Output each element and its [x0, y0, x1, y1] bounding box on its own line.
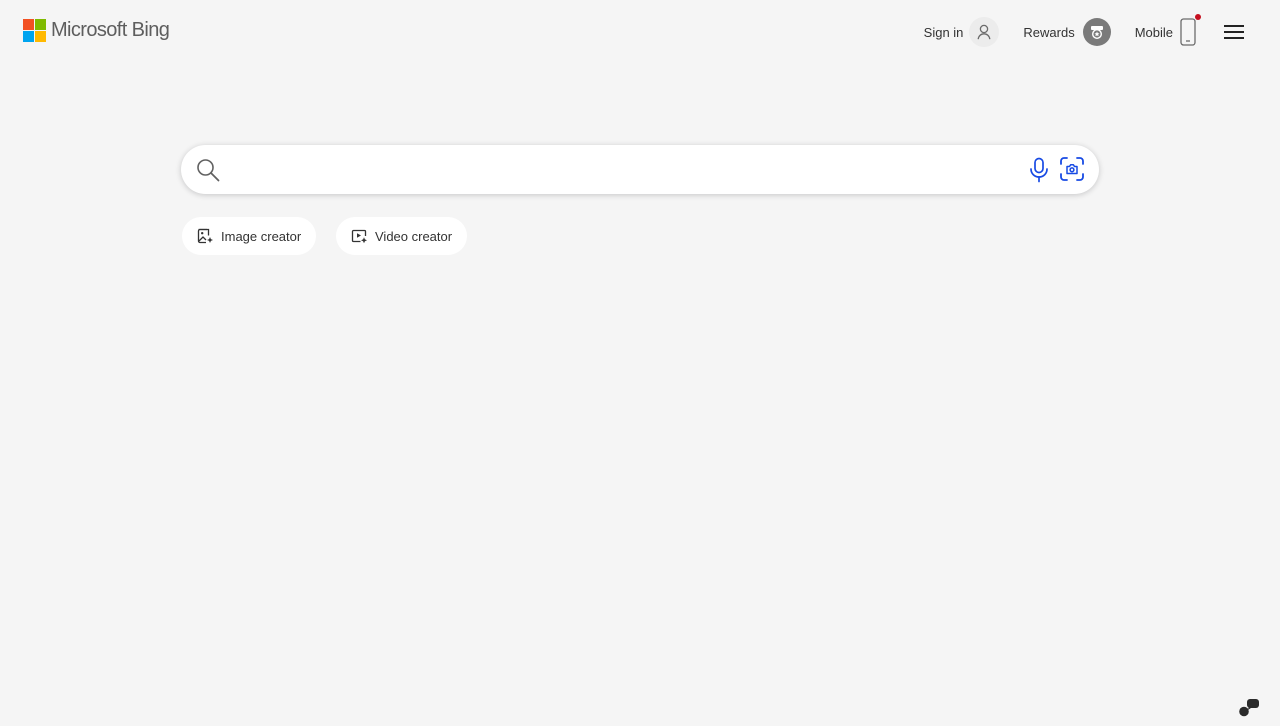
- search-input[interactable]: [231, 153, 1011, 186]
- video-creator-label: Video creator: [375, 228, 453, 244]
- image-creator-icon: [197, 228, 213, 244]
- sign-in-label: Sign in: [923, 24, 964, 40]
- feedback-icon[interactable]: [1238, 697, 1260, 717]
- logo-text: Microsoft Bing: [51, 19, 170, 41]
- rewards-icon: [1082, 18, 1111, 46]
- video-creator-icon: [351, 228, 367, 244]
- rewards-button[interactable]: Rewards: [1023, 18, 1111, 46]
- rewards-label: Rewards: [1023, 24, 1075, 40]
- image-creator-label: Image creator: [221, 228, 302, 244]
- microphone-icon[interactable]: [1028, 157, 1050, 183]
- hamburger-menu-icon[interactable]: [1224, 24, 1244, 40]
- bing-homepage: Microsoft Bing Sign in Rewards Mobile Im…: [0, 0, 1280, 726]
- mobile-label: Mobile: [1134, 24, 1173, 40]
- video-creator-button[interactable]: Video creator: [336, 217, 467, 255]
- mobile-button[interactable]: Mobile: [1134, 14, 1201, 46]
- top-navigation: Sign in Rewards Mobile: [924, 14, 1244, 47]
- user-icon: [969, 17, 1000, 47]
- microsoft-logo-icon: [23, 19, 46, 42]
- search-icon[interactable]: [196, 158, 220, 182]
- visual-search-icon[interactable]: [1059, 156, 1085, 182]
- bing-logo-link[interactable]: Microsoft Bing: [23, 19, 170, 42]
- search-box: [181, 145, 1099, 194]
- mobile-phone-icon: [1180, 14, 1201, 46]
- sign-in-button[interactable]: Sign in: [924, 17, 1000, 47]
- image-creator-button[interactable]: Image creator: [182, 217, 316, 255]
- notification-dot: [1195, 14, 1201, 20]
